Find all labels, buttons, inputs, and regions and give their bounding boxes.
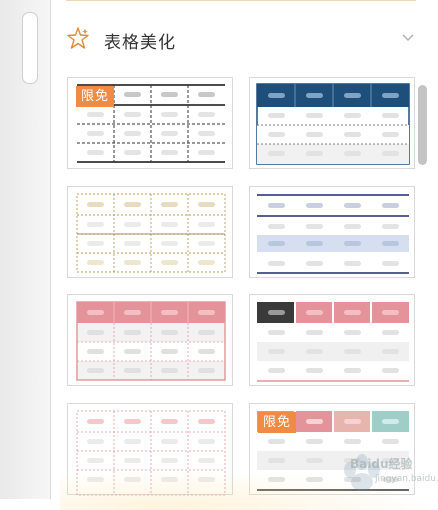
free-badge: 限免 (258, 412, 296, 433)
chevron-down-icon[interactable] (400, 29, 416, 45)
free-badge: 限免 (76, 86, 114, 107)
template-card-2[interactable] (249, 77, 415, 169)
table-style-panel: 表格美化 限免 限免 (51, 0, 438, 499)
watermark-text: Baidu经验 (350, 457, 413, 471)
left-scrollbar-track[interactable] (0, 0, 51, 499)
template-card-6[interactable] (249, 294, 415, 386)
watermark-url: jingyan.baidu.com (375, 474, 438, 484)
template-preview-2 (256, 83, 410, 165)
section-title: 表格美化 (104, 33, 176, 53)
template-card-1[interactable]: 限免 (67, 77, 233, 169)
sparkle-star-icon (67, 27, 89, 49)
template-preview-3 (76, 193, 226, 273)
template-preview-6 (257, 302, 409, 382)
right-scrollbar-thumb[interactable] (418, 85, 427, 165)
left-scrollbar-thumb[interactable] (22, 12, 38, 84)
top-divider (66, 0, 416, 1)
template-card-3[interactable] (67, 186, 233, 278)
template-card-5[interactable] (67, 294, 233, 386)
template-card-4[interactable] (249, 186, 415, 278)
template-preview-5 (76, 301, 226, 381)
section-header-table-beautify[interactable]: 表格美化 (51, 20, 438, 60)
template-preview-4 (257, 194, 409, 274)
